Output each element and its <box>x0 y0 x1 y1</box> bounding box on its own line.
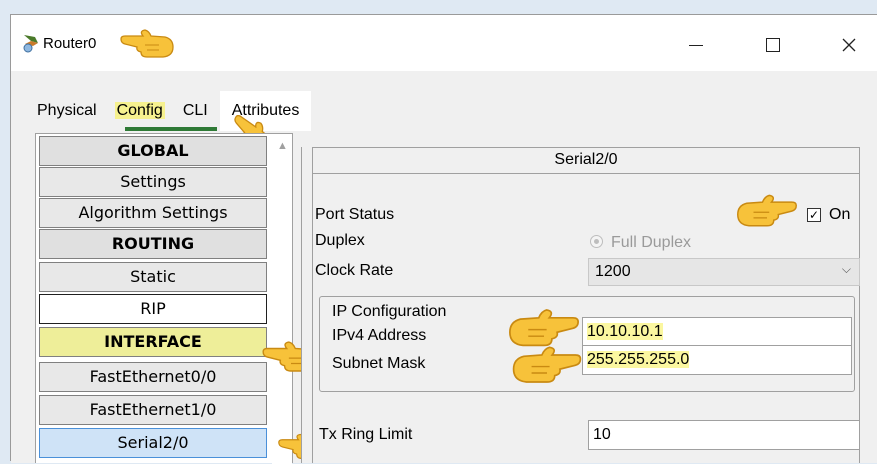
sidebar-item-algorithm-settings[interactable]: Algorithm Settings <box>39 198 267 228</box>
sidebar-item-label: Settings <box>120 172 186 191</box>
sidebar-header-global: GLOBAL <box>39 136 267 166</box>
sidebar-item-fastethernet0-0[interactable]: FastEthernet0/0 <box>39 362 267 392</box>
pointing-hand-icon <box>120 29 174 58</box>
sidebar-item-rip[interactable]: RIP <box>39 294 267 324</box>
title-bar: Router0 <box>11 15 877 71</box>
subnet-mask-input[interactable]: 255.255.255.0 <box>582 345 852 375</box>
full-duplex-label: Full Duplex <box>611 234 692 251</box>
pointing-hand-icon <box>512 346 582 383</box>
sidebar-item-label: INTERFACE <box>104 332 202 351</box>
minimize-button[interactable] <box>676 27 716 63</box>
port-status-checkbox[interactable]: ✓ <box>807 208 821 222</box>
sidebar-item-fastethernet1-0[interactable]: FastEthernet1/0 <box>39 395 267 425</box>
interface-title: Serial2/0 <box>313 148 859 174</box>
close-button[interactable] <box>829 27 869 63</box>
scroll-up-icon[interactable]: ▲ <box>277 140 288 152</box>
ip-configuration-label: IP Configuration <box>332 303 447 320</box>
tx-ring-limit-value: 10 <box>593 426 611 443</box>
close-icon <box>842 38 856 52</box>
content-area: GLOBAL Settings Algorithm Settings ROUTI… <box>11 133 877 464</box>
background-strip <box>0 0 877 14</box>
sidebar-item-serial2-0[interactable]: Serial2/0 <box>39 428 267 458</box>
sidebar-item-label: RIP <box>140 299 166 318</box>
tx-ring-limit-label: Tx Ring Limit <box>319 426 413 443</box>
clock-rate-value: 1200 <box>595 263 631 280</box>
chevron-down-icon: ⌵ <box>841 262 851 276</box>
ip-configuration-group: IP Configuration IPv4 Address Subnet Mas… <box>319 296 855 392</box>
tab-physical-label: Physical <box>37 102 97 119</box>
sidebar-item-label: Serial2/0 <box>117 433 189 452</box>
sidebar-item-label: FastEthernet1/0 <box>89 400 217 419</box>
config-sidebar: GLOBAL Settings Algorithm Settings ROUTI… <box>35 133 293 464</box>
minimize-icon <box>689 44 703 46</box>
duplex-label: Duplex <box>315 232 365 249</box>
port-status-label: Port Status <box>315 206 395 223</box>
clock-rate-select[interactable]: 1200 ⌵ <box>588 258 860 286</box>
sidebar-item-static[interactable]: Static <box>39 262 267 292</box>
full-duplex-radio[interactable] <box>590 235 603 248</box>
tab-physical[interactable]: Physical <box>29 91 105 131</box>
subnet-mask-value: 255.255.255.0 <box>587 351 690 368</box>
ipv4-address-label: IPv4 Address <box>332 327 427 344</box>
tab-config-label: Config <box>114 102 165 119</box>
tab-cli[interactable]: CLI <box>175 91 216 131</box>
pointing-hand-icon <box>509 309 579 347</box>
clock-rate-label: Clock Rate <box>315 262 394 279</box>
maximize-icon <box>766 38 780 52</box>
router-window: Router0 Physical Config CLI Attributes G… <box>10 14 877 464</box>
sidebar-item-label: ROUTING <box>111 234 195 253</box>
sidebar-item-label: Algorithm Settings <box>78 203 228 222</box>
sidebar-item-label: FastEthernet0/0 <box>89 367 217 386</box>
sidebar-item-label: Static <box>130 267 176 286</box>
pointing-hand-icon <box>737 194 797 227</box>
tab-strip: Physical Config CLI Attributes <box>11 71 877 155</box>
sidebar-item-settings[interactable]: Settings <box>39 167 267 197</box>
sidebar-scrollbar[interactable] <box>272 134 292 464</box>
interface-panel-body: Serial2/0 Port Status ✓ On Duplex Full D… <box>312 147 860 463</box>
tx-ring-limit-input[interactable]: 10 <box>588 420 860 450</box>
ipv4-address-value: 10.10.10.1 <box>587 323 663 340</box>
tab-cli-label: CLI <box>182 102 208 119</box>
sidebar-item-label: GLOBAL <box>117 141 189 160</box>
window-title: Router0 <box>43 35 97 52</box>
sidebar-header-interface: INTERFACE <box>39 327 267 357</box>
maximize-button[interactable] <box>753 27 793 63</box>
subnet-mask-label: Subnet Mask <box>332 355 426 372</box>
sidebar-header-routing: ROUTING <box>39 229 267 259</box>
router-app-icon <box>23 35 38 53</box>
interface-panel: Serial2/0 Port Status ✓ On Duplex Full D… <box>301 147 861 463</box>
port-status-value: On <box>829 206 851 223</box>
ipv4-address-input[interactable]: 10.10.10.1 <box>582 317 852 347</box>
active-tab-indicator <box>125 127 217 131</box>
tab-config[interactable]: Config <box>105 91 175 131</box>
